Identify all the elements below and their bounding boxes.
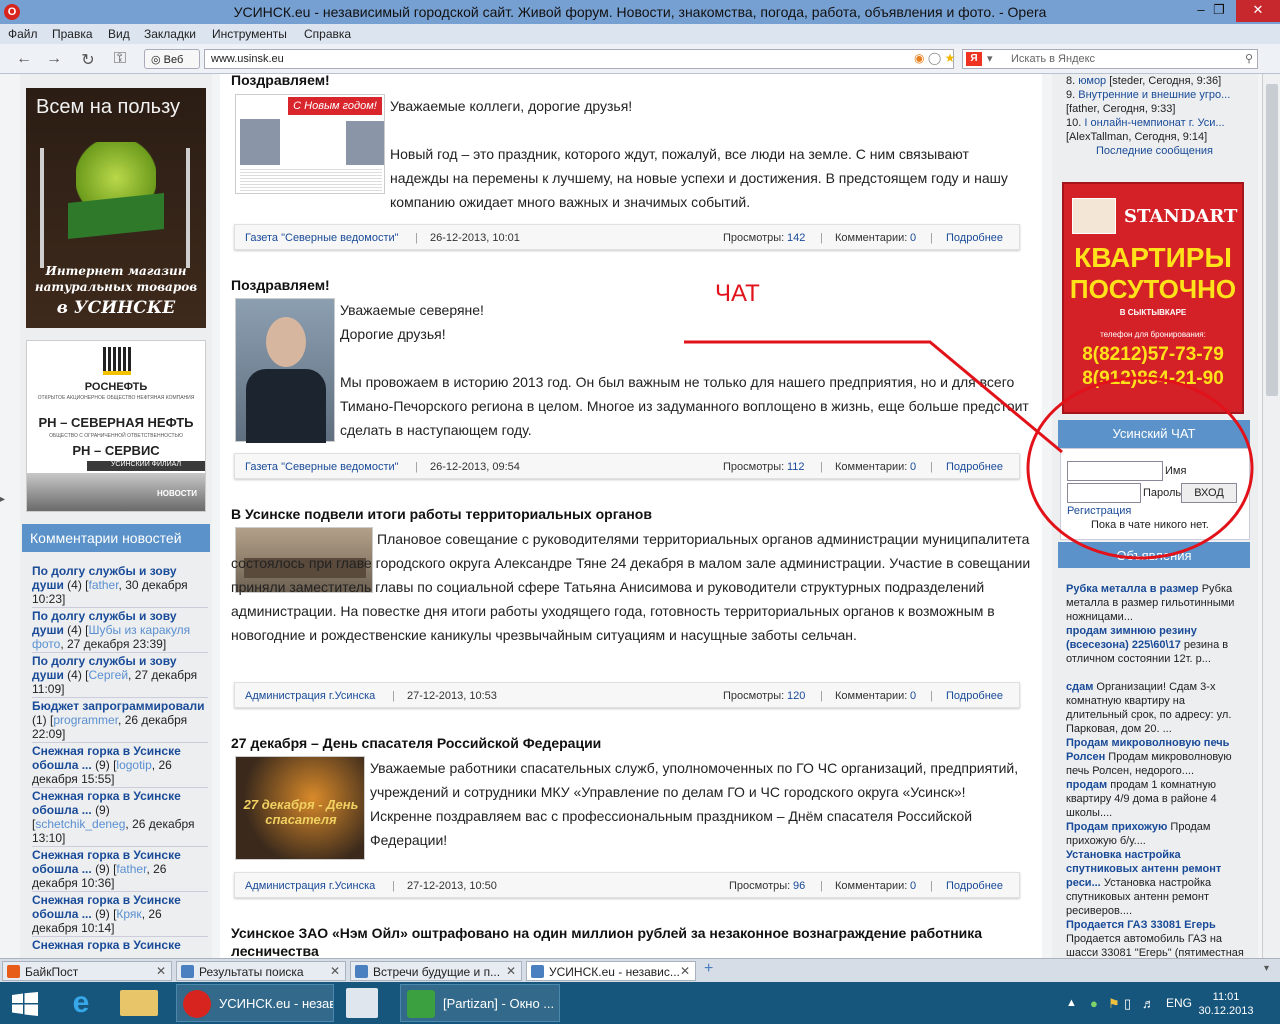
menu-file[interactable]: Файл (8, 27, 38, 41)
bike-icon (7, 965, 20, 978)
search-placeholder: Искать в Яндекс (1011, 53, 1096, 65)
annotation-circle (1026, 376, 1254, 560)
page-icon (531, 965, 544, 978)
show-hidden-icons-icon[interactable]: ▲ (1066, 997, 1077, 1009)
restore-icon[interactable]: ❐ (1204, 0, 1234, 22)
navigation-bar: ← → ↻ ⚿ ◎ Веб www.usinsk.eu ◉ ◯ ★ Я ▾ Ис… (0, 44, 1280, 74)
clock-time: 11:01 (1212, 991, 1240, 1003)
menu-bar: Файл Правка Вид Закладки Инструменты Спр… (0, 24, 1280, 44)
menu-bookmarks[interactable]: Закладки (144, 27, 196, 41)
windows-start-icon[interactable] (12, 992, 38, 1016)
annotation-drawing (684, 340, 1254, 560)
reload-icon[interactable]: ↻ (78, 50, 98, 70)
network-icon[interactable]: ▯ (1124, 996, 1131, 1012)
calculator-icon[interactable] (346, 988, 378, 1018)
scrollbar-thumb[interactable] (1266, 84, 1278, 396)
close-icon[interactable]: ✕ (156, 964, 166, 978)
page-icon[interactable]: ◯ (928, 51, 941, 65)
vertical-scrollbar[interactable] (1262, 74, 1280, 958)
tab-meetings[interactable]: Встречи будущие и п... ✕ (350, 961, 522, 981)
menu-view[interactable]: Вид (108, 27, 130, 41)
bookmark-star-icon[interactable]: ★ (945, 51, 956, 65)
annotation-arrow-line (684, 340, 1063, 454)
page-icon (181, 965, 194, 978)
menu-tools[interactable]: Инструменты (212, 27, 287, 41)
search-icon[interactable]: ⚲ (1245, 52, 1253, 65)
page-content: ▸ Всем на пользу Интернет магазин натура… (0, 74, 1280, 958)
tab-baikpost[interactable]: БайкПост ✕ (2, 961, 172, 981)
back-icon[interactable]: ← (14, 50, 34, 68)
rss-icon[interactable]: ◉ (914, 51, 924, 65)
menu-help[interactable]: Справка (304, 27, 351, 41)
tab-usinsk[interactable]: УСИНСК.eu - независ... ✕ (526, 961, 696, 981)
taskbar-item-opera[interactable]: УСИНСК.eu - незав... (176, 984, 334, 1022)
address-field[interactable]: www.usinsk.eu (204, 49, 954, 69)
close-icon[interactable]: ✕ (330, 964, 340, 978)
search-field[interactable]: Я ▾ Искать в Яндекс ⚲ (962, 49, 1258, 69)
tray-security-icon[interactable]: ⚑ (1108, 996, 1120, 1012)
tab-search-results[interactable]: Результаты поиска ✕ (176, 961, 346, 981)
clock-date: 30.12.2013 (1198, 1005, 1254, 1017)
new-tab-icon[interactable]: + (704, 960, 713, 978)
key-icon[interactable]: ⚿ (110, 50, 130, 68)
tab-menu-icon[interactable]: ▾ (1264, 963, 1269, 974)
close-icon[interactable]: ✕ (506, 964, 516, 978)
tray-app-icon[interactable]: ● (1090, 996, 1098, 1011)
web-label: Веб (163, 54, 184, 66)
page-icon (355, 965, 368, 978)
menu-edit[interactable]: Правка (52, 27, 93, 41)
system-clock[interactable]: 11:01 30.12.2013 (1196, 990, 1256, 1018)
window-titlebar: O УСИНСК.eu - независимый городской сайт… (0, 0, 1280, 24)
file-explorer-icon[interactable] (120, 990, 158, 1016)
yandex-icon: Я (966, 52, 982, 66)
close-icon[interactable]: ✕ (680, 964, 690, 978)
address-icons: ◉ ◯ ★ (914, 51, 955, 65)
taskbar: e УСИНСК.eu - незав... [Partizan] - Окно… (0, 982, 1280, 1024)
tab-bar: БайкПост ✕ Результаты поиска ✕ Встречи буд… (0, 958, 1280, 982)
globe-icon: ◎ (151, 54, 161, 66)
internet-explorer-icon[interactable]: e (62, 986, 100, 1020)
chevron-down-icon[interactable]: ▾ (987, 52, 993, 65)
forward-icon[interactable]: → (44, 50, 64, 68)
web-button[interactable]: ◎ Веб (144, 49, 200, 69)
close-icon[interactable]: ✕ (1236, 0, 1280, 22)
window-title: УСИНСК.eu - независимый городской сайт. … (233, 4, 1047, 20)
taskbar-item-partizan[interactable]: [Partizan] - Окно ... (400, 984, 560, 1022)
partizan-icon (407, 990, 435, 1018)
opera-icon (183, 990, 211, 1018)
language-indicator[interactable]: ENG (1166, 996, 1192, 1010)
volume-icon[interactable]: ♬ (1142, 996, 1155, 1011)
